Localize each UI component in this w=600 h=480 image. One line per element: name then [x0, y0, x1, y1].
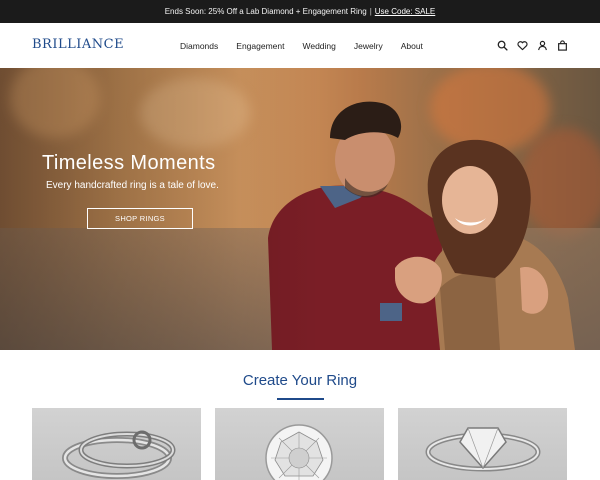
nav-wedding[interactable]: Wedding [302, 41, 335, 51]
header-icons [497, 23, 568, 68]
promo-separator: | [369, 7, 372, 16]
hero-title: Timeless Moments [42, 152, 216, 174]
nav-jewelry[interactable]: Jewelry [354, 41, 383, 51]
hero-banner: Timeless Moments Every handcrafted ring … [0, 68, 600, 350]
promo-text: Ends Soon: 25% Off a Lab Diamond + Engag… [164, 7, 367, 16]
logo[interactable]: BRILLIANCE [32, 37, 124, 52]
section-title: Create Your Ring [242, 372, 358, 389]
complete-ring-image [425, 427, 541, 472]
promo-bar: Ends Soon: 25% Off a Lab Diamond + Engag… [0, 0, 600, 23]
site-header: BRILLIANCE Diamonds Engagement Wedding J… [0, 23, 600, 68]
nav-engagement[interactable]: Engagement [236, 41, 284, 51]
loose-diamond-card[interactable] [215, 408, 384, 480]
user-icon[interactable] [537, 40, 548, 51]
ring-setting-card[interactable] [32, 408, 201, 480]
hero-subtitle: Every handcrafted ring is a tale of love… [46, 180, 219, 191]
ring-setting-image [62, 430, 176, 479]
title-underline [277, 398, 324, 400]
heart-icon[interactable] [517, 40, 528, 51]
promo-code-link[interactable]: Use Code: SALE [375, 7, 435, 16]
search-icon[interactable] [497, 40, 508, 51]
nav-diamonds[interactable]: Diamonds [180, 41, 218, 51]
bag-icon[interactable] [557, 40, 568, 51]
complete-ring-card[interactable] [398, 408, 567, 480]
shop-rings-button[interactable]: SHOP RINGS [87, 208, 193, 229]
main-nav: Diamonds Engagement Wedding Jewelry Abou… [180, 23, 423, 68]
ring-cards [32, 408, 568, 480]
diamond-image [265, 424, 333, 480]
nav-about[interactable]: About [401, 41, 423, 51]
